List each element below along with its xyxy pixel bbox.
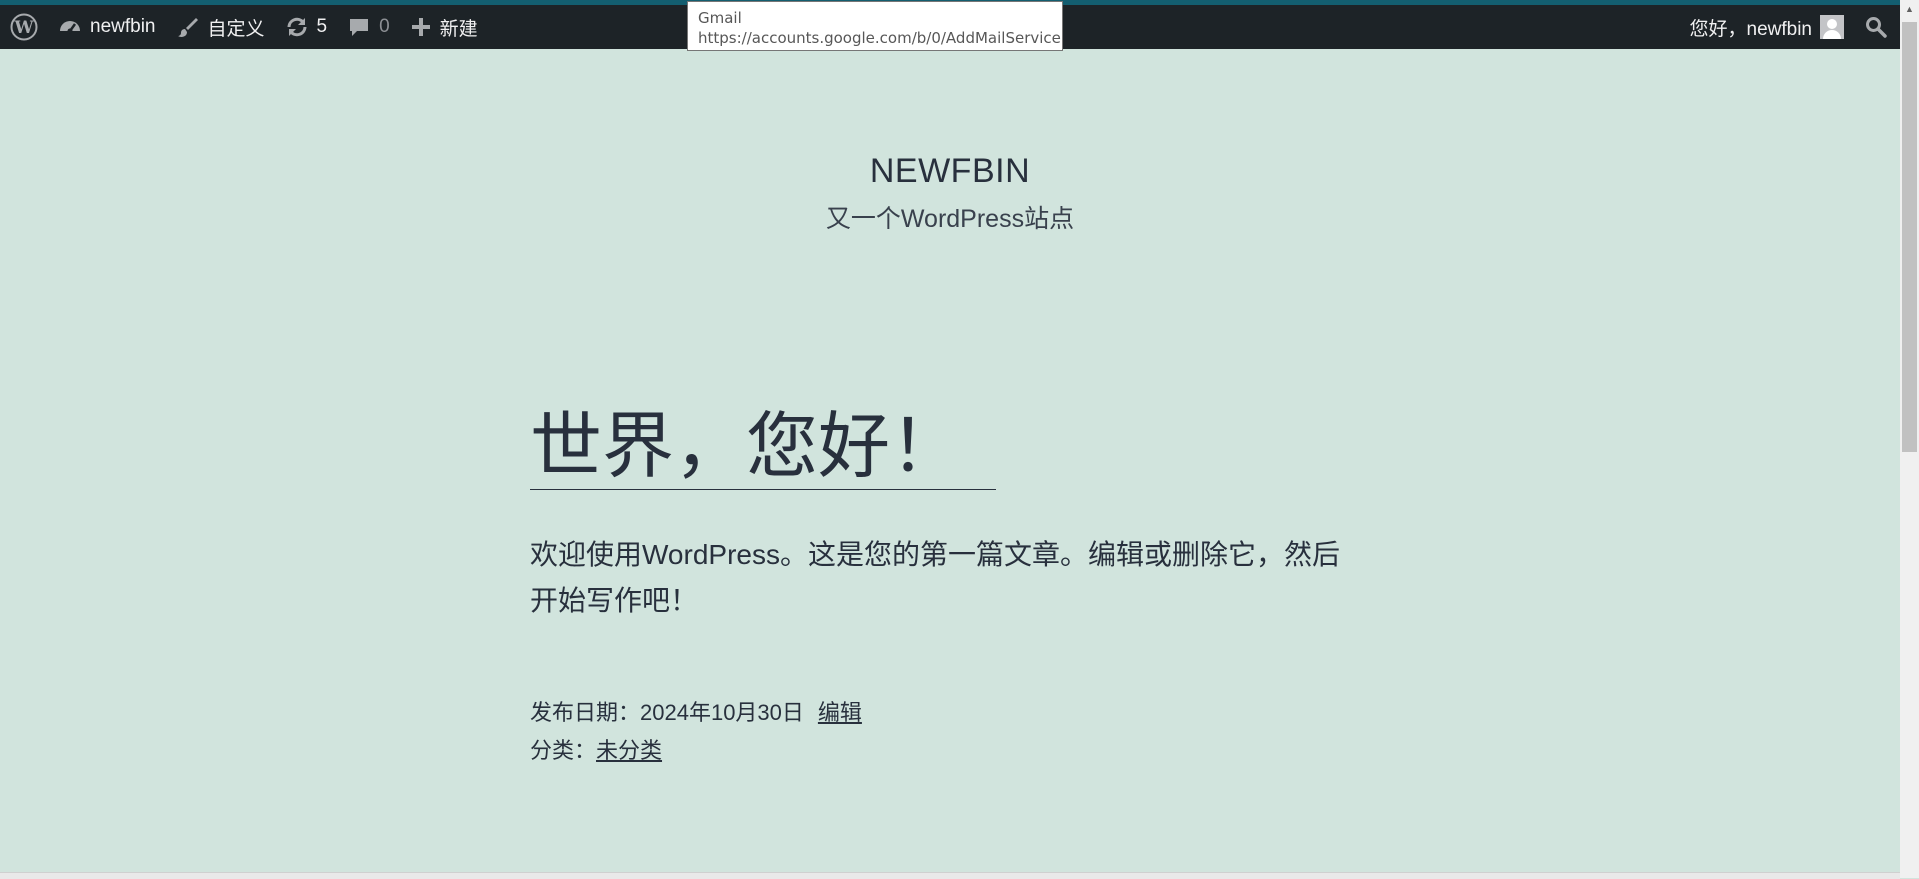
site-header: NEWFBIN 又一个WordPress站点 — [0, 152, 1900, 235]
new-label: 新建 — [439, 18, 478, 40]
site-name-menu[interactable]: newfbin — [48, 5, 166, 49]
my-account-menu[interactable]: 您好，newfbin — [1680, 5, 1855, 49]
updates-count: 5 — [316, 16, 328, 37]
published-date: 2024年10月30日 — [640, 700, 804, 725]
site-description: 又一个WordPress站点 — [825, 205, 1075, 233]
scroll-up-arrow-icon[interactable]: ▲ — [1900, 0, 1919, 18]
published-label: 发布日期： — [530, 700, 641, 725]
search-icon — [1864, 15, 1888, 39]
wordpress-logo-menu[interactable]: W — [0, 5, 48, 49]
category-link[interactable]: 未分类 — [596, 738, 662, 763]
comment-bubble-icon — [347, 15, 371, 39]
comments-menu[interactable]: 0 — [337, 5, 400, 49]
paintbrush-icon — [176, 15, 200, 39]
wordpress-logo-icon: W — [10, 13, 38, 41]
new-content-menu[interactable]: 新建 — [400, 5, 488, 49]
dashboard-gauge-icon — [58, 15, 82, 39]
post-meta: 发布日期：2024年10月30日 编辑 分类：未分类 — [530, 694, 1390, 770]
post-category-row: 分类：未分类 — [530, 732, 1390, 770]
svg-text:W: W — [13, 18, 34, 38]
account-greeting: 您好，newfbin — [1689, 18, 1813, 40]
avatar — [1820, 15, 1844, 39]
post-title[interactable]: 世界，您好！ — [530, 405, 997, 490]
post-date-row: 发布日期：2024年10月30日 编辑 — [530, 694, 1390, 732]
site-title[interactable]: NEWFBIN — [0, 152, 1900, 191]
updates-menu[interactable]: 5 — [275, 5, 338, 49]
tooltip-title: Gmail — [698, 9, 742, 27]
post-article: 世界，您好！ 欢迎使用WordPress。这是您的第一篇文章。编辑或删除它，然后… — [530, 405, 1390, 770]
plus-icon — [410, 16, 432, 38]
comments-count: 0 — [379, 16, 390, 37]
customize-menu[interactable]: 自定义 — [166, 5, 275, 49]
vertical-scrollbar[interactable]: ▲ — [1900, 0, 1919, 878]
updates-refresh-icon — [285, 15, 309, 39]
admin-search-button[interactable] — [1854, 5, 1900, 49]
post-content: 欢迎使用WordPress。这是您的第一篇文章。编辑或删除它，然后开始写作吧！ — [530, 539, 1340, 616]
edit-post-link[interactable]: 编辑 — [818, 700, 862, 725]
scroll-thumb[interactable] — [1902, 22, 1917, 452]
link-tooltip: Gmail https://accounts.google.com/b/0/Ad… — [687, 1, 1063, 51]
tooltip-url: https://accounts.google.com/b/0/AddMailS… — [698, 29, 1061, 47]
customize-label: 自定义 — [207, 18, 265, 40]
site-name-label: newfbin — [90, 16, 156, 37]
category-label: 分类： — [530, 738, 597, 763]
